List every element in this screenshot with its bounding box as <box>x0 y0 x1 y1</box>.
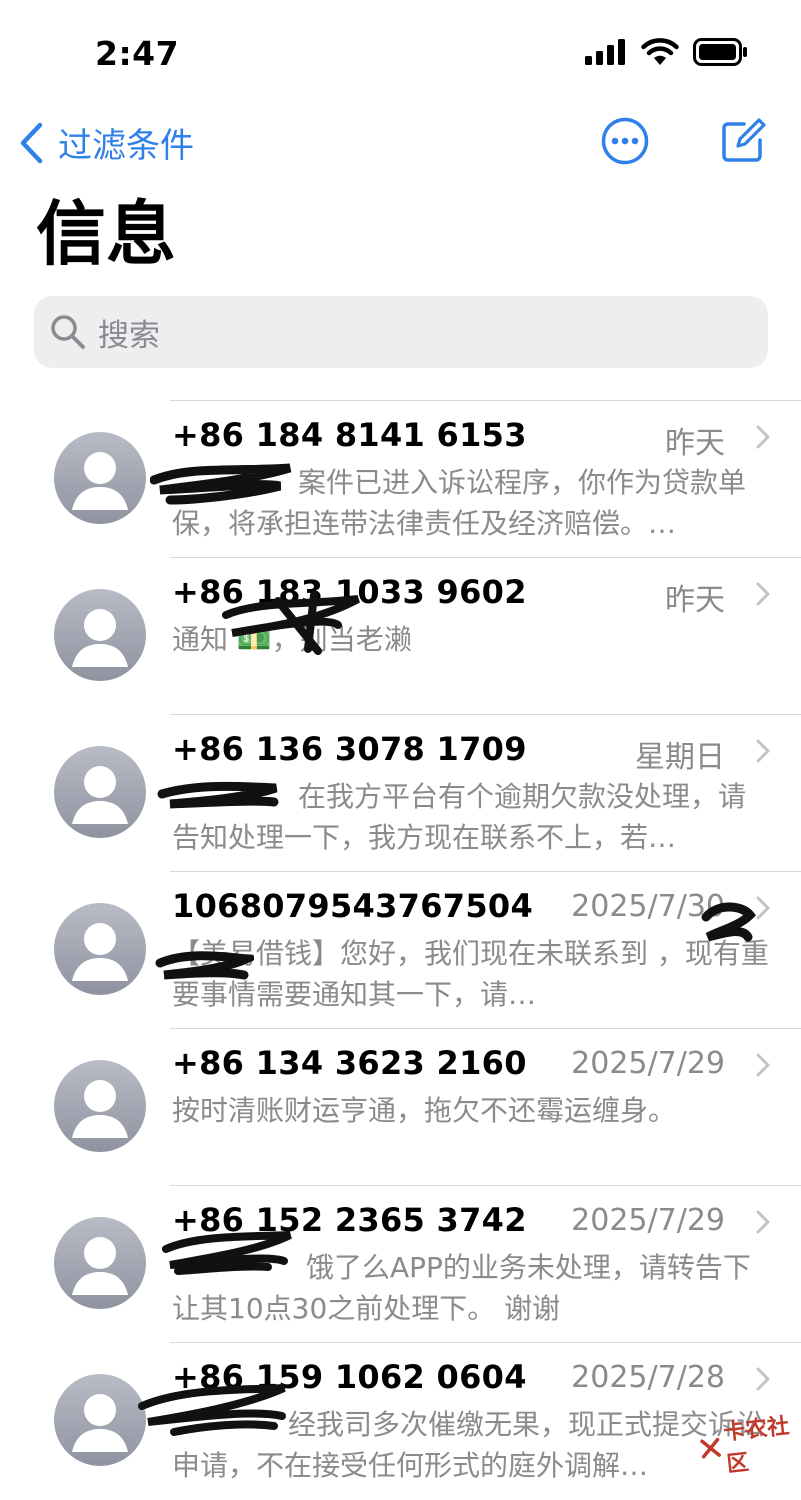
status-bar: 2:47 <box>0 0 801 100</box>
message-date: 2025/7/30 <box>571 889 725 924</box>
page-title: 信息 <box>36 193 176 275</box>
row-divider <box>170 714 801 715</box>
row-divider <box>170 1342 801 1343</box>
compose-icon <box>722 118 766 162</box>
row-divider <box>170 871 801 872</box>
wifi-icon <box>641 38 679 65</box>
person-icon <box>72 452 128 510</box>
battery-icon <box>693 38 747 66</box>
sender-name: +86 183 1033 9602 <box>172 573 527 611</box>
status-time: 2:47 <box>95 34 180 73</box>
back-label: 过滤条件 <box>58 126 194 166</box>
row-divider <box>170 1028 801 1029</box>
chevron-right-icon <box>756 1210 770 1234</box>
message-preview: 在我方平台有个逾期欠款没处理，请告知处理一下，我方现在联系不上，若… <box>172 780 747 854</box>
sender-name: +86 184 8141 6153 <box>172 416 527 454</box>
message-row[interactable]: +86 184 8141 6153 昨天 案件已进入诉讼程序，你作为贷款单保，将… <box>0 400 801 557</box>
chevron-right-icon <box>756 896 770 920</box>
message-row[interactable]: +86 183 1033 9602 昨天 通知 💵，别当老濑 <box>0 557 801 714</box>
row-divider <box>170 1185 801 1186</box>
avatar <box>54 1217 146 1309</box>
search-placeholder: 搜索 <box>98 317 160 354</box>
message-row[interactable]: 1068079543767504 2025/7/30 【美易借钱】您好，我们现在… <box>0 871 801 1028</box>
watermark-logo-icon <box>700 1437 721 1459</box>
avatar <box>54 1374 146 1466</box>
message-list: +86 184 8141 6153 昨天 案件已进入诉讼程序，你作为贷款单保，将… <box>0 400 801 1499</box>
sender-name: +86 134 3623 2160 <box>172 1044 527 1082</box>
message-preview: 案件已进入诉讼程序，你作为贷款单保，将承担连带法律责任及经济赔偿。… <box>172 466 747 540</box>
avatar <box>54 746 146 838</box>
message-preview: 饿了么APP的业务未处理，请转告下让其10点30之前处理下。 谢谢 <box>172 1251 751 1325</box>
ellipsis-circle-icon <box>601 117 649 165</box>
message-date: 昨天 <box>665 426 725 461</box>
message-preview: 按时清账财运亨通，拖欠不还霉运缠身。 <box>172 1094 677 1127</box>
avatar <box>54 432 146 524</box>
message-preview: 经我司多次催缴无果，现正式提交诉讼申请，不在接受任何形式的庭外调解… <box>172 1408 765 1482</box>
message-row[interactable]: +86 159 1062 0604 2025/7/28 经我司多次催缴无果，现正… <box>0 1342 801 1499</box>
message-date: 2025/7/29 <box>571 1046 725 1081</box>
message-date: 星期日 <box>635 740 725 775</box>
avatar <box>54 589 146 681</box>
person-icon <box>72 1237 128 1295</box>
chevron-right-icon <box>756 425 770 449</box>
nav-bar: 过滤条件 <box>0 108 801 178</box>
message-date: 昨天 <box>665 583 725 618</box>
sender-name: +86 152 2365 3742 <box>172 1201 527 1239</box>
person-icon <box>72 1080 128 1138</box>
person-icon <box>72 923 128 981</box>
back-button[interactable]: 过滤条件 <box>18 118 194 167</box>
chevron-right-icon <box>756 1367 770 1391</box>
search-icon <box>51 315 85 349</box>
chevron-left-icon <box>20 122 43 163</box>
message-row[interactable]: +86 136 3078 1709 星期日 在我方平台有个逾期欠款没处理，请告知… <box>0 714 801 871</box>
watermark: 卡农社区 <box>697 1407 801 1481</box>
avatar <box>54 903 146 995</box>
person-icon <box>72 1394 128 1452</box>
person-icon <box>72 766 128 824</box>
search-field[interactable]: 搜索 <box>34 296 768 368</box>
signal-icon <box>585 39 625 65</box>
message-row[interactable]: +86 134 3623 2160 2025/7/29 按时清账财运亨通，拖欠不… <box>0 1028 801 1185</box>
sender-name: +86 136 3078 1709 <box>172 730 527 768</box>
row-divider <box>170 400 801 401</box>
message-date: 2025/7/29 <box>571 1203 725 1238</box>
message-preview: 【美易借钱】您好，我们现在未联系到 ，现有重要事情需要通知其一下，请… <box>172 937 769 1011</box>
row-divider <box>170 557 801 558</box>
message-row[interactable]: +86 152 2365 3742 2025/7/29 饿了么APP的业务未处理… <box>0 1185 801 1342</box>
message-date: 2025/7/28 <box>571 1360 725 1395</box>
sender-name: 1068079543767504 <box>172 887 534 925</box>
chevron-right-icon <box>756 739 770 763</box>
status-icons <box>585 38 749 66</box>
person-icon <box>72 609 128 667</box>
more-button[interactable] <box>600 116 650 170</box>
compose-button[interactable] <box>718 116 768 170</box>
message-preview: 通知 💵，别当老濑 <box>172 623 412 656</box>
avatar <box>54 1060 146 1152</box>
chevron-right-icon <box>756 582 770 606</box>
watermark-text: 卡农社区 <box>722 1413 791 1478</box>
chevron-right-icon <box>756 1053 770 1077</box>
sender-name: +86 159 1062 0604 <box>172 1358 527 1396</box>
